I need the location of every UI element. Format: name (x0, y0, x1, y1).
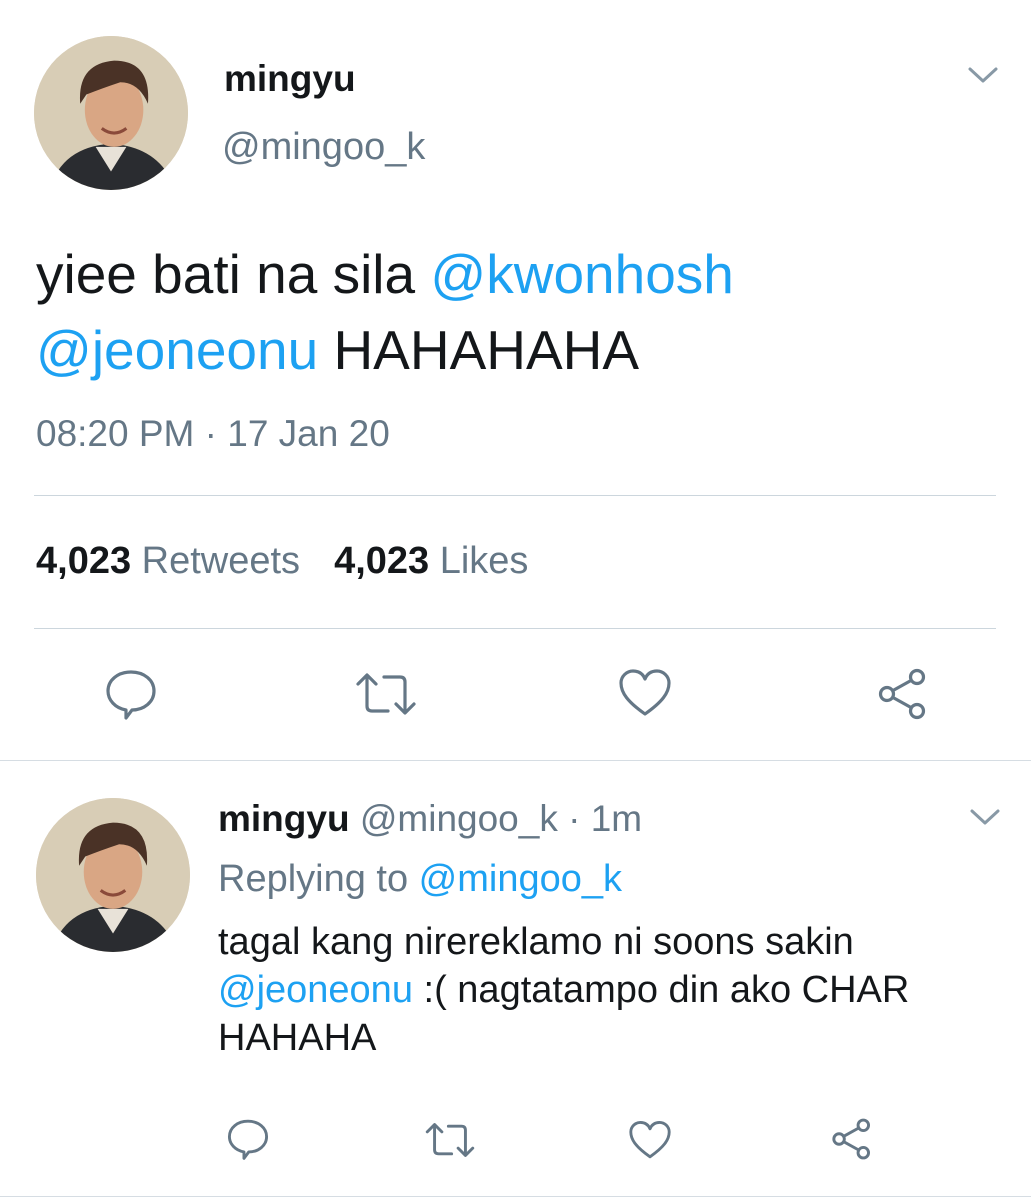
reply-header: mingyu @mingoo_k · 1m (218, 798, 642, 840)
author-handle[interactable]: @mingoo_k (222, 126, 425, 169)
mention-link[interactable]: @jeoneonu (218, 969, 413, 1011)
mention-link[interactable]: @kwonhosh (430, 243, 734, 305)
reply-author-handle[interactable]: @mingoo_k (360, 798, 558, 839)
avatar[interactable] (34, 36, 188, 190)
speech-bubble-icon (227, 1119, 269, 1160)
retweets-stat[interactable]: 4,023 Retweets (36, 540, 300, 582)
share-button[interactable] (876, 668, 930, 720)
reply-time[interactable]: 1m (591, 798, 642, 839)
retweet-button[interactable] (424, 1120, 476, 1160)
divider (34, 495, 996, 496)
retweet-arrows-icon (425, 1123, 475, 1157)
reply-text-part: tagal kang nirereklamo ni soons sakin (218, 921, 854, 963)
replying-to-link[interactable]: @mingoo_k (419, 858, 622, 900)
likes-stat[interactable]: 4,023 Likes (334, 540, 528, 582)
share-nodes-icon (832, 1118, 871, 1160)
tweet-text-part: yiee bati na sila (36, 243, 431, 305)
avatar-photo (34, 36, 188, 190)
tweet-text: yiee bati na sila @kwonhosh @jeoneonu HAH… (36, 236, 996, 388)
reply-avatar[interactable] (36, 798, 190, 952)
chevron-down-icon[interactable] (966, 64, 1000, 86)
likes-label: Likes (439, 540, 529, 582)
likes-count: 4,023 (334, 540, 430, 582)
tweet-text-part: HAHAHAHA (318, 319, 640, 381)
mention-link[interactable]: @jeoneonu (36, 319, 318, 381)
like-button[interactable] (628, 1120, 672, 1160)
retweet-arrows-icon (356, 673, 416, 715)
heart-icon (629, 1120, 671, 1159)
reply-text: tagal kang nirereklamo ni soons sakin @je… (218, 918, 1008, 1062)
replying-to-line: Replying to @mingoo_k (218, 858, 622, 901)
divider (34, 628, 996, 629)
replying-to-label: Replying to (218, 858, 419, 900)
avatar-photo (36, 798, 190, 952)
engagement-stats: 4,023 Retweets 4,023 Likes (36, 540, 528, 583)
retweet-button[interactable] (354, 670, 418, 718)
reply-button[interactable] (104, 668, 158, 720)
like-button[interactable] (618, 668, 672, 718)
divider (0, 760, 1031, 761)
share-nodes-icon (878, 668, 926, 720)
reply-button[interactable] (226, 1118, 270, 1160)
heart-icon (619, 669, 671, 716)
divider (0, 1196, 1031, 1197)
retweets-label: Retweets (141, 540, 301, 582)
author-name[interactable]: mingyu (224, 58, 356, 100)
speech-bubble-icon (106, 670, 156, 720)
reply-author-name[interactable]: mingyu (218, 798, 350, 839)
chevron-down-icon[interactable] (968, 806, 1002, 828)
tweet-timestamp[interactable]: 08:20 PM · 17 Jan 20 (36, 413, 390, 455)
reply-separator: · (568, 798, 581, 839)
share-button[interactable] (830, 1118, 874, 1160)
retweets-count: 4,023 (36, 540, 132, 582)
